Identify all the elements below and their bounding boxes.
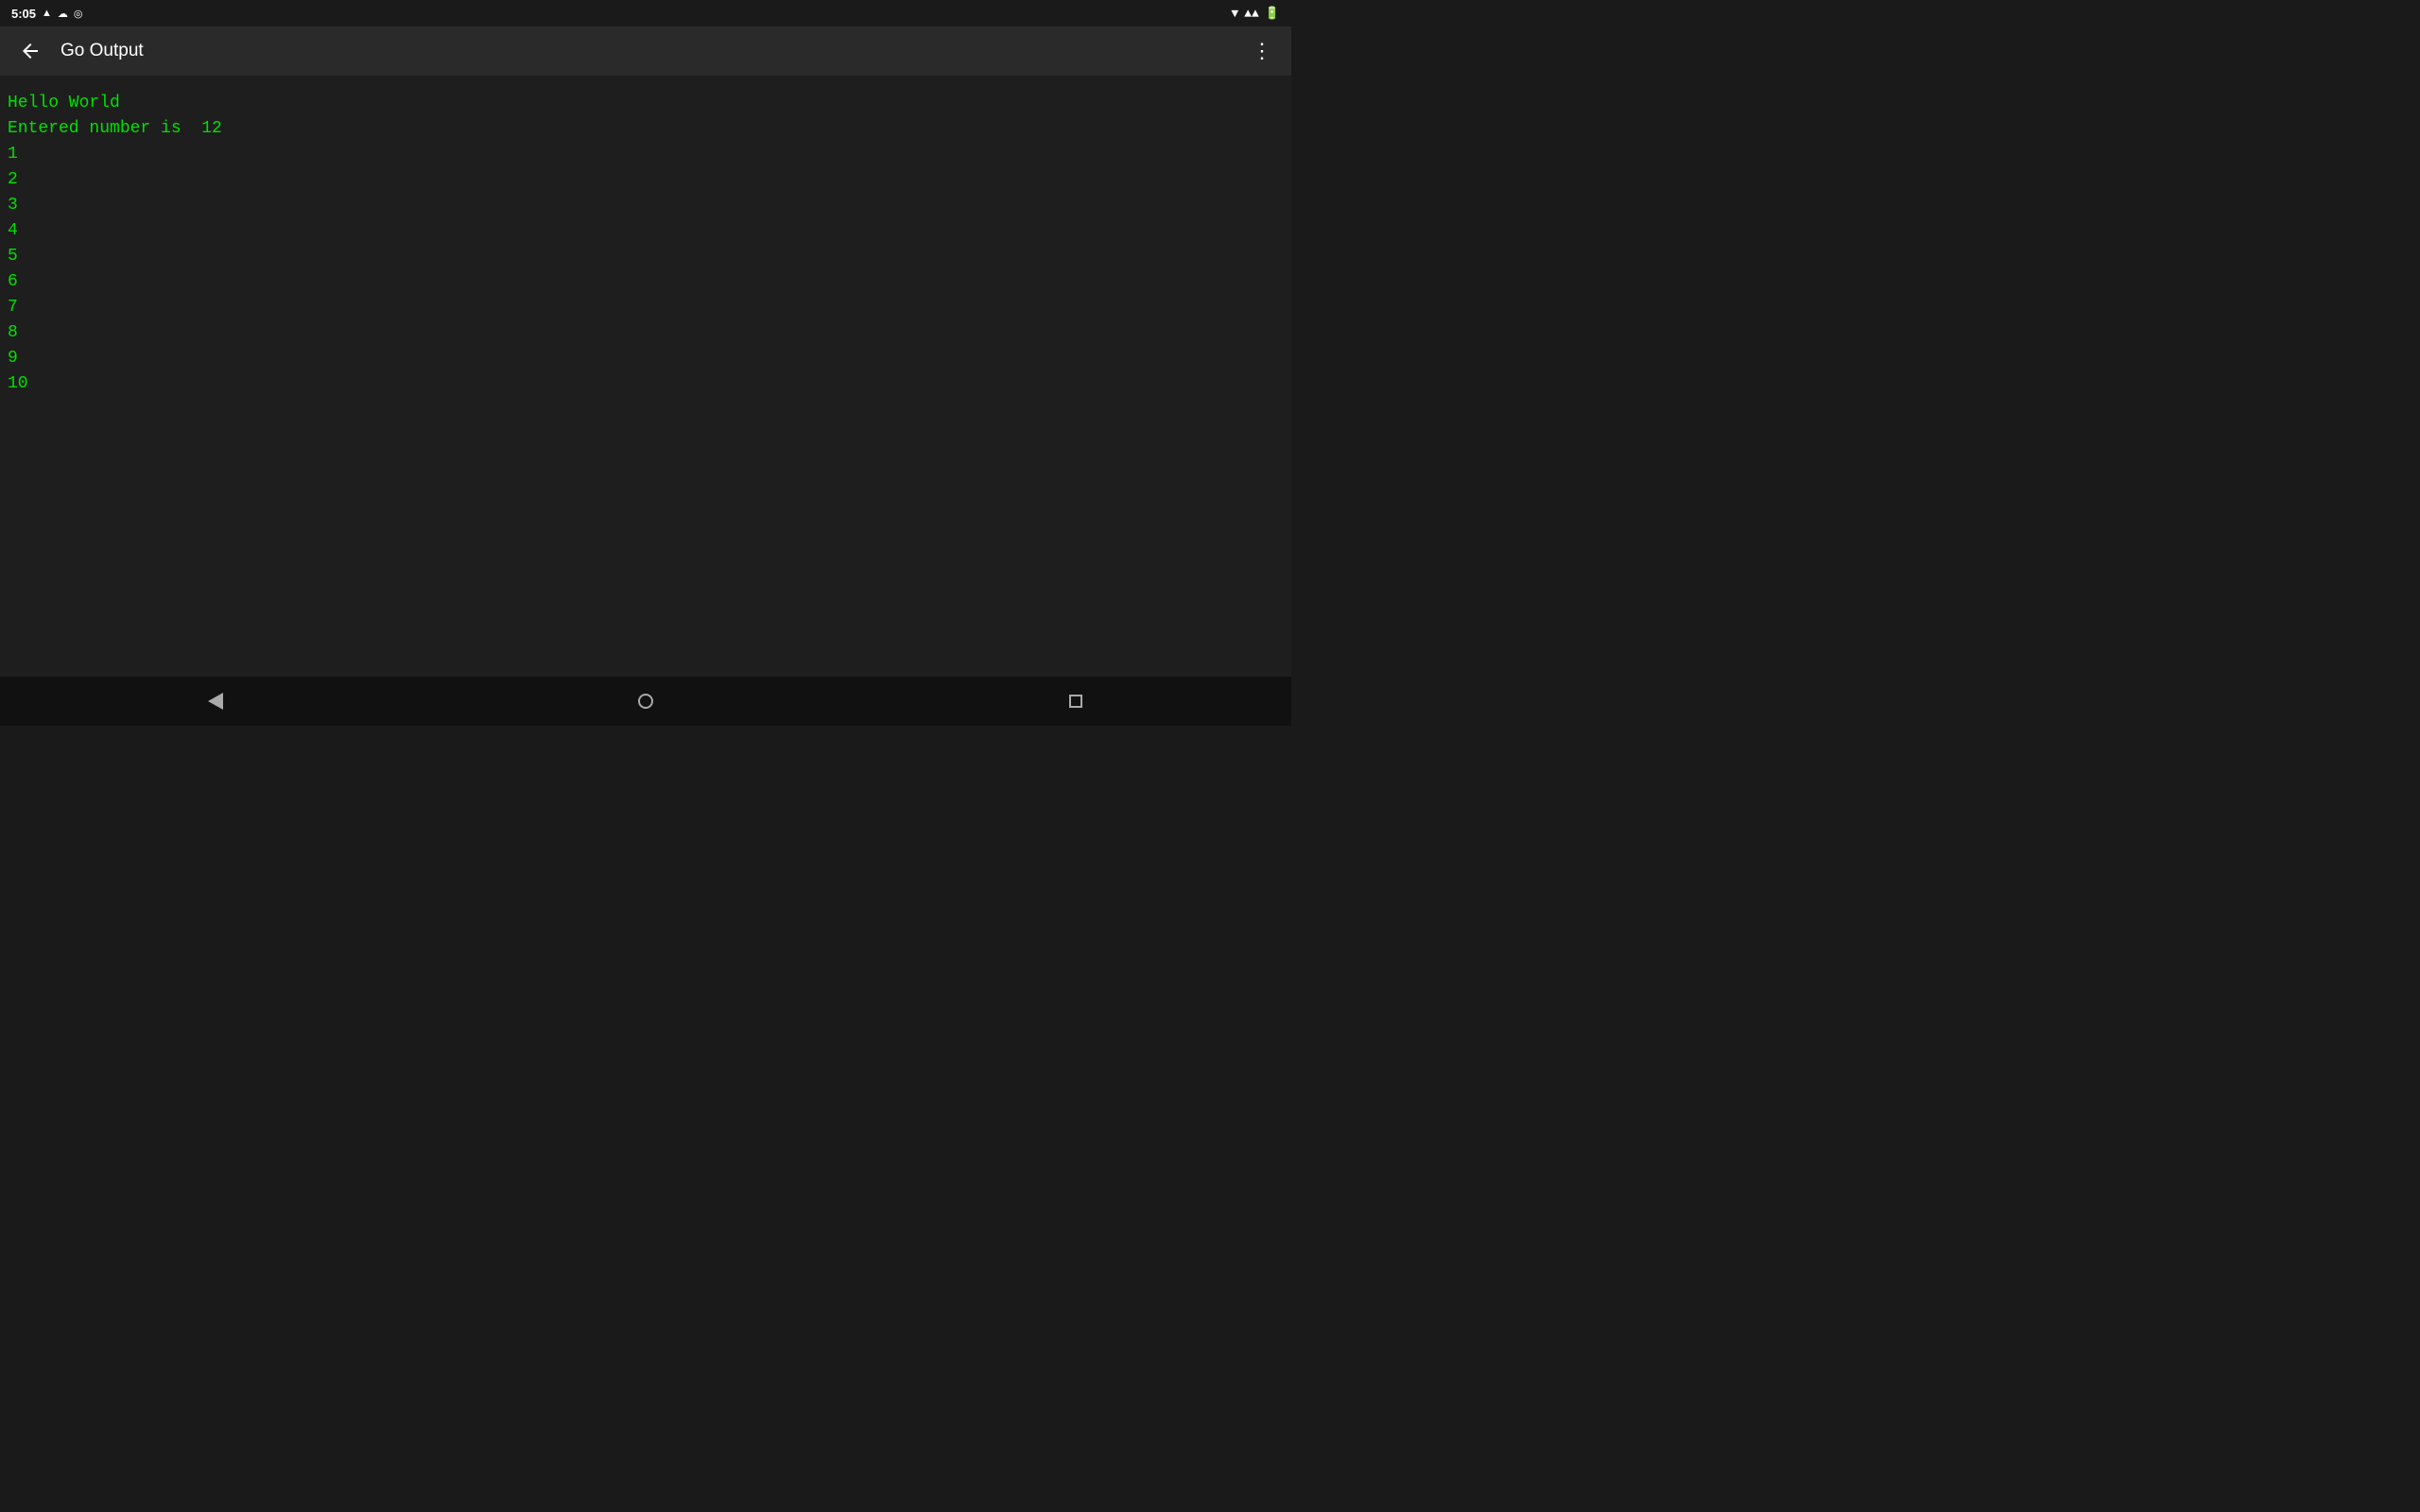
signal-icon: ▲▲ (1244, 7, 1259, 21)
output-line: 10 (8, 371, 1284, 397)
status-time: 5:05 (11, 7, 36, 21)
status-icon-cloud: ☁ (58, 8, 68, 20)
status-bar-right: ▼ ▲▲ 🔋 (1231, 7, 1280, 21)
back-arrow-icon (19, 40, 42, 62)
output-line: 9 (8, 346, 1284, 371)
nav-home-button[interactable] (617, 682, 674, 720)
status-bar-left: 5:05 ▲ ☁ ◎ (11, 7, 83, 21)
wifi-icon: ▼ (1231, 7, 1238, 21)
status-icon-circle: ◎ (74, 8, 83, 20)
back-button[interactable] (8, 32, 53, 70)
nav-home-icon (638, 694, 653, 709)
output-line: Hello World (8, 91, 1284, 116)
output-area: Hello WorldEntered number is 12123456789… (0, 76, 1291, 677)
output-line: 3 (8, 193, 1284, 218)
app-bar: Go Output ⋮ (0, 26, 1291, 76)
battery-icon: 🔋 (1265, 7, 1280, 21)
output-line: Entered number is 12 (8, 116, 1284, 142)
output-line: 1 (8, 142, 1284, 167)
output-line: 2 (8, 167, 1284, 193)
nav-recents-button[interactable] (1047, 682, 1104, 720)
output-line: 7 (8, 295, 1284, 320)
output-line: 5 (8, 244, 1284, 269)
output-line: 4 (8, 218, 1284, 244)
status-icon-a: ▲ (42, 8, 52, 19)
status-bar: 5:05 ▲ ☁ ◎ ▼ ▲▲ 🔋 (0, 0, 1291, 26)
output-line: 8 (8, 320, 1284, 346)
overflow-menu-button[interactable]: ⋮ (1240, 31, 1284, 71)
nav-back-button[interactable] (187, 682, 244, 720)
app-title: Go Output (60, 41, 1240, 61)
nav-recents-icon (1069, 695, 1082, 708)
output-line: 6 (8, 269, 1284, 295)
nav-back-icon (208, 693, 223, 710)
nav-bar (0, 677, 1291, 726)
